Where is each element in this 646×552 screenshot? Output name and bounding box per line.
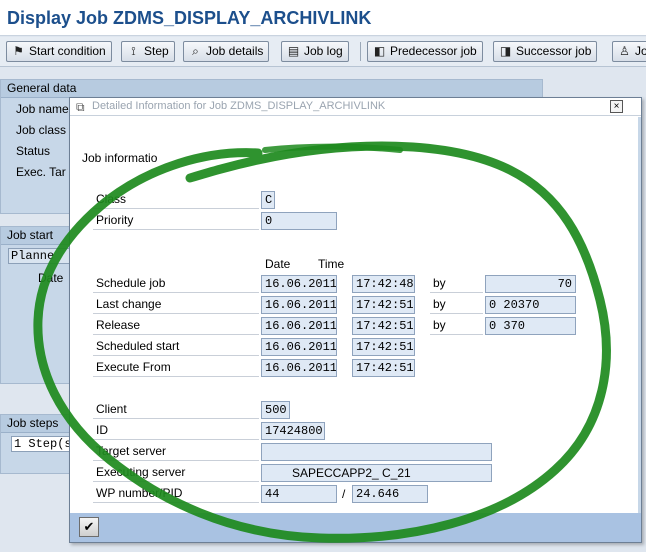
person-icon: ♙ [619,44,630,58]
toolbar-separator [360,42,361,61]
target-server-label: Target server [93,443,259,461]
schedule-job-time[interactable]: 17:42:48 [352,275,415,293]
flag-icon: ⚑ [13,44,24,58]
executing-server-field[interactable]: SAPECCAPP2_ C_21 [261,464,492,482]
job-name-label: Job name [16,102,69,116]
scheduled-start-date[interactable]: 16.06.2011 [261,338,337,356]
pid-field[interactable]: 24.646 [352,485,428,503]
execute-from-date[interactable]: 16.06.2011 [261,359,337,377]
priority-field[interactable]: 0 [261,212,337,230]
job-information-heading: Job informatio [82,151,158,165]
release-by-label: by [430,317,483,335]
schedule-job-date[interactable]: 16.06.2011 [261,275,337,293]
job-class-label: Job class [16,123,67,137]
execute-from-time[interactable]: 17:42:51 [352,359,415,377]
step-label: Step [144,44,169,58]
job-detail-dialog: ⧉ Detailed Information for Job ZDMS_DISP… [69,97,642,543]
target-server-field[interactable] [261,443,492,461]
application-toolbar: ⚑ Start condition ⟟ Step ⌕ Job details ▤… [0,37,646,67]
dialog-body: Job informatio Class C Priority 0 Date T… [70,117,641,513]
step-button[interactable]: ⟟ Step [121,41,175,62]
last-change-label: Last change [93,296,259,314]
job-details-label: Job details [206,44,264,58]
last-change-date[interactable]: 16.06.2011 [261,296,337,314]
schedule-job-user[interactable]: 70 [485,275,576,293]
class-label: Class [93,191,259,209]
schedule-job-label: Schedule job [93,275,259,293]
window-icon: ⧉ [76,100,85,114]
client-field[interactable]: 500 [261,401,290,419]
predecessor-icon: ◧ [373,44,386,58]
job-details-button[interactable]: ⌕ Job details [183,41,270,62]
priority-label: Priority [93,212,259,230]
release-user[interactable]: 0 370 [485,317,576,335]
predecessor-job-label: Predecessor job [390,44,477,58]
exec-target-label: Exec. Tar [16,165,66,179]
date-column-header: Date [265,257,291,271]
job-log-button[interactable]: ▤ Job log [281,41,349,62]
job-overview-label: Jo [635,44,646,58]
last-change-by-label: by [430,296,483,314]
release-label: Release [93,317,259,335]
step-icon: ⟟ [131,44,136,58]
pid-separator: / [342,487,346,501]
schedule-job-by-label: by [430,275,483,293]
status-label: Status [16,144,51,158]
start-date-label: Date [38,271,64,285]
release-time[interactable]: 17:42:51 [352,317,415,335]
last-change-user[interactable]: 0 20370 [485,296,576,314]
window-title-bar: Display Job ZDMS_DISPLAY_ARCHIVLINK [0,0,646,36]
dialog-footer: ✔ [70,513,641,542]
magnifier-icon: ⌕ [192,44,199,58]
time-column-header: Time [318,257,345,271]
log-icon: ▤ [287,44,300,58]
scheduled-start-time[interactable]: 17:42:51 [352,338,415,356]
executing-server-label: Executing server [93,464,259,482]
predecessor-job-button[interactable]: ◧ Predecessor job [367,41,483,62]
job-log-label: Job log [304,44,343,58]
close-icon[interactable]: × [610,100,623,113]
wp-number-field[interactable]: 44 [261,485,337,503]
id-field[interactable]: 17424800 [261,422,325,440]
successor-job-label: Successor job [516,44,592,58]
dialog-title-bar: ⧉ Detailed Information for Job ZDMS_DISP… [70,98,641,116]
release-date[interactable]: 16.06.2011 [261,317,337,335]
scheduled-start-label: Scheduled start [93,338,259,356]
job-overview-button[interactable]: ♙ Jo [612,41,646,62]
start-condition-button[interactable]: ⚑ Start condition [6,41,112,62]
general-data-header: General data [1,80,542,98]
start-condition-label: Start condition [29,44,106,58]
last-change-time[interactable]: 17:42:51 [352,296,415,314]
successor-job-button[interactable]: ◨ Successor job [493,41,598,62]
wp-number-label: WP number/PID [93,485,259,503]
confirm-button[interactable]: ✔ [79,517,99,537]
id-label: ID [93,422,259,440]
client-label: Client [93,401,259,419]
class-field[interactable]: C [261,191,275,209]
window-title: Display Job ZDMS_DISPLAY_ARCHIVLINK [7,8,372,28]
dialog-title: Detailed Information for Job ZDMS_DISPLA… [92,100,386,112]
successor-icon: ◨ [499,44,512,58]
execute-from-label: Execute From [93,359,259,377]
checkmark-icon: ✔ [83,519,95,534]
